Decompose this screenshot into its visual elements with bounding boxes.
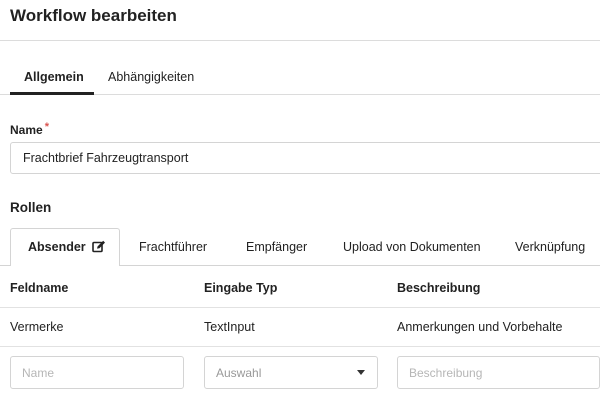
roles-tabs-divider-left [0,265,10,266]
tab-frachtfuehrer[interactable]: Frachtführer [139,240,207,254]
name-input[interactable] [10,142,600,174]
active-tab-indicator [10,92,94,95]
roles-heading: Rollen [10,200,52,215]
edit-icon[interactable] [92,240,106,256]
tab-verknuepfung[interactable]: Verknüpfung [515,240,585,254]
table-cell-beschreibung: Anmerkungen und Vorbehalte [397,320,563,334]
tab-upload-von-dokumenten[interactable]: Upload von Dokumenten [343,240,481,254]
column-header-beschreibung: Beschreibung [397,281,481,295]
column-header-feldname: Feldname [10,281,69,295]
roles-tabs-divider [120,265,600,266]
type-select-placeholder: Auswahl [216,366,262,380]
required-marker: * [44,121,49,133]
new-field-description-input[interactable] [397,356,600,389]
chevron-down-icon [357,370,365,375]
table-cell-feldname: Vermerke [10,320,64,334]
new-field-type-select[interactable]: Auswahl [204,356,378,389]
tab-empfaenger[interactable]: Empfänger [246,240,307,254]
header-divider [0,40,600,41]
new-field-name-input[interactable] [10,356,184,389]
tab-allgemein[interactable]: Allgemein [24,70,84,84]
table-row-divider [0,346,600,347]
column-header-eingabe-typ: Eingabe Typ [204,281,278,295]
tab-absender[interactable]: Absender [28,240,106,256]
tab-absender-label: Absender [28,240,86,254]
tab-abhaengigkeiten[interactable]: Abhängigkeiten [108,70,194,84]
table-cell-eingabe-typ: TextInput [204,320,255,334]
table-header-divider [0,307,600,308]
page-title: Workflow bearbeiten [10,6,177,25]
name-label-text: Name [10,123,43,137]
name-label: Name * [10,121,49,137]
